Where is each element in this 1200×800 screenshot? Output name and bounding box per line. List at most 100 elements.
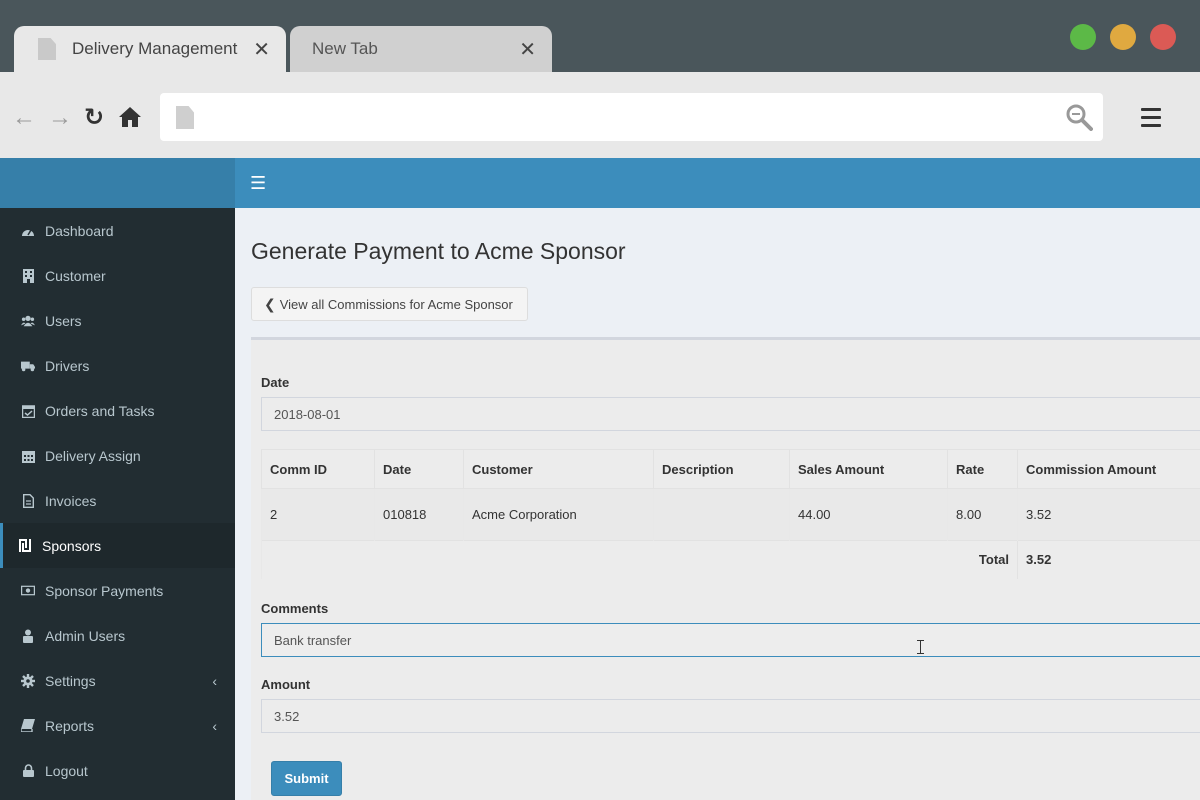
table-cell — [653, 488, 790, 541]
comments-input[interactable] — [274, 632, 1200, 648]
sidebar-item-label: Reports — [45, 717, 95, 734]
date-input[interactable] — [274, 406, 1200, 422]
text-cursor-icon — [917, 640, 926, 654]
table-total-row: Total 3.52 — [261, 540, 1200, 579]
sidebar-item-reports[interactable]: Reports ‹ — [0, 703, 235, 748]
sidebar-item-sponsor-payments[interactable]: Sponsor Payments — [0, 568, 235, 613]
column-header: Comm ID — [261, 449, 375, 489]
table-cell: 8.00 — [947, 488, 1018, 541]
sidebar-item-label: Delivery Assign — [45, 447, 141, 464]
document-icon — [38, 38, 56, 60]
sidebar-item-drivers[interactable]: Drivers — [0, 343, 235, 388]
home-icon[interactable] — [118, 106, 142, 133]
sidebar-item-invoices[interactable]: Invoices — [0, 478, 235, 523]
calendar-check-icon — [21, 404, 35, 418]
sidebar-item-label: Orders and Tasks — [45, 402, 155, 419]
search-icon[interactable] — [1065, 103, 1093, 131]
window-close-button[interactable] — [1150, 24, 1176, 50]
money-icon — [21, 584, 35, 598]
total-value: 3.52 — [1017, 540, 1200, 579]
sidebar-item-label: Invoices — [45, 492, 97, 509]
sidebar-item-label: Dashboard — [45, 222, 114, 239]
sidebar-item-label: Admin Users — [45, 627, 126, 644]
brand-logo-area — [0, 158, 235, 208]
main-content: Generate Payment to Acme Sponsor ❮ View … — [235, 208, 1200, 800]
sidebar-item-sponsors[interactable]: Sponsors — [0, 523, 235, 568]
total-label: Total — [261, 540, 1018, 579]
shekel-icon — [18, 539, 32, 553]
lock-icon — [21, 764, 35, 778]
sidebar-item-logout[interactable]: Logout — [0, 748, 235, 793]
top-navbar: ☰ — [235, 158, 1200, 208]
sidebar-item-users[interactable]: Users — [0, 298, 235, 343]
comments-label: Comments — [261, 601, 329, 616]
window-maximize-button[interactable] — [1110, 24, 1136, 50]
chevron-left-icon: ❮ — [264, 295, 276, 312]
tab-delivery-management[interactable]: Delivery Management ✕ — [14, 26, 286, 72]
sidebar: Dashboard Customer Users Drivers Orders … — [0, 208, 235, 800]
window-minimize-button[interactable] — [1070, 24, 1096, 50]
chevron-left-icon: ‹ — [212, 717, 217, 734]
truck-icon — [21, 359, 35, 373]
table-cell: 44.00 — [789, 488, 948, 541]
sidebar-item-label: Sponsors — [42, 537, 102, 554]
browser-toolbar: ← → ↻ — [0, 72, 1200, 158]
button-label: View all Commissions for Acme Sponsor — [279, 296, 513, 312]
tab-new-tab[interactable]: New Tab ✕ — [290, 26, 552, 72]
amount-label: Amount — [261, 677, 311, 692]
sidebar-item-label: Drivers — [45, 357, 90, 374]
forward-arrow-icon[interactable]: → — [48, 106, 72, 130]
sidebar-item-admin-users[interactable]: Admin Users — [0, 613, 235, 658]
submit-button[interactable]: Submit — [271, 761, 342, 796]
sidebar-item-settings[interactable]: Settings ‹ — [0, 658, 235, 703]
tab-close-icon[interactable]: ✕ — [253, 37, 270, 62]
amount-field[interactable] — [261, 699, 1200, 733]
back-arrow-icon[interactable]: ← — [12, 106, 36, 130]
book-icon — [21, 719, 35, 733]
app: ☰ Dashboard Customer Users Drivers Order… — [0, 158, 1200, 800]
table-row: 2 010818 Acme Corporation 44.00 8.00 3.5… — [261, 488, 1200, 541]
tab-label: Delivery Management — [72, 39, 238, 58]
calendar-icon — [21, 449, 35, 463]
sidebar-toggle-icon[interactable]: ☰ — [250, 173, 266, 194]
column-header: Rate — [947, 449, 1018, 489]
date-field[interactable] — [261, 397, 1200, 431]
browser-menu-icon[interactable] — [1141, 108, 1161, 132]
sidebar-item-customer[interactable]: Customer — [0, 253, 235, 298]
chevron-left-icon: ‹ — [212, 672, 217, 689]
comments-field[interactable] — [261, 623, 1200, 657]
sidebar-item-label: Settings — [45, 672, 96, 689]
column-header: Description — [653, 449, 790, 489]
sidebar-item-label: Users — [45, 312, 82, 329]
table-cell: Acme Corporation — [463, 488, 654, 541]
sidebar-item-dashboard[interactable]: Dashboard — [0, 208, 235, 253]
sidebar-item-orders-and-tasks[interactable]: Orders and Tasks — [0, 388, 235, 433]
table-cell: 2 — [261, 488, 375, 541]
reload-icon[interactable]: ↻ — [84, 106, 104, 130]
page-title: Generate Payment to Acme Sponsor — [251, 238, 626, 264]
view-commissions-button[interactable]: ❮ View all Commissions for Acme Sponsor — [251, 287, 528, 321]
page-icon — [176, 106, 194, 129]
date-label: Date — [261, 375, 290, 390]
payment-form-box: Date Comm ID Date Customer Description S… — [251, 337, 1200, 800]
users-icon — [21, 314, 35, 328]
commissions-table: Comm ID Date Customer Description Sales … — [261, 449, 1200, 579]
tab-label: New Tab — [312, 39, 378, 58]
column-header: Date — [374, 449, 464, 489]
tab-close-icon[interactable]: ✕ — [519, 37, 536, 62]
building-icon — [21, 268, 35, 283]
column-header: Customer — [463, 449, 654, 489]
sidebar-item-label: Logout — [45, 762, 88, 779]
address-bar[interactable] — [160, 93, 1103, 141]
dashboard-icon — [21, 224, 35, 238]
column-header: Commission Amount — [1017, 449, 1200, 489]
lock-user-icon — [21, 629, 35, 643]
amount-input[interactable] — [274, 708, 1200, 724]
file-icon — [21, 493, 35, 508]
table-cell: 3.52 — [1017, 488, 1200, 541]
url-input[interactable] — [206, 103, 1056, 131]
table-cell: 010818 — [374, 488, 464, 541]
table-header-row: Comm ID Date Customer Description Sales … — [261, 449, 1200, 489]
sidebar-item-delivery-assign[interactable]: Delivery Assign — [0, 433, 235, 478]
gear-icon — [21, 673, 35, 688]
